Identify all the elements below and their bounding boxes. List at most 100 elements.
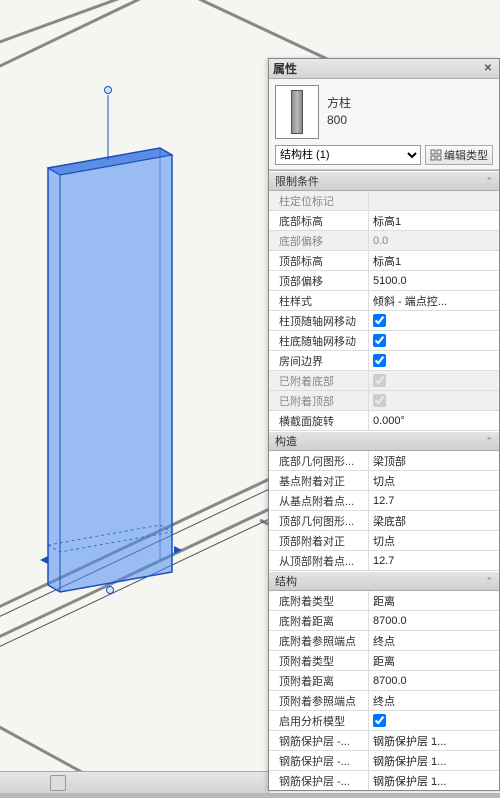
close-icon[interactable]: ✕: [481, 62, 495, 76]
view-tool-icon[interactable]: [50, 775, 66, 791]
instance-select[interactable]: 结构柱 (1): [275, 145, 421, 165]
property-row: 柱底随轴网移动: [269, 331, 499, 351]
property-value[interactable]: 12.7: [369, 551, 499, 570]
property-label: 柱定位标记: [269, 191, 369, 210]
edit-type-label: 编辑类型: [444, 147, 488, 163]
property-row: 底附着距离8700.0: [269, 611, 499, 631]
property-label: 钢筋保护层 -...: [269, 731, 369, 750]
property-value[interactable]: 标高1: [369, 251, 499, 270]
property-value[interactable]: 终点: [369, 631, 499, 650]
group-header[interactable]: 构造⌃: [269, 431, 499, 451]
property-row: 横截面旋转0.000°: [269, 411, 499, 431]
property-value[interactable]: [369, 711, 499, 730]
property-row: 顶附着类型距离: [269, 651, 499, 671]
property-row: 底附着参照端点终点: [269, 631, 499, 651]
property-label: 横截面旋转: [269, 411, 369, 430]
checkbox[interactable]: [373, 314, 386, 327]
property-row: 底部几何图形...梁顶部: [269, 451, 499, 471]
property-row: 顶部几何图形...梁底部: [269, 511, 499, 531]
property-value[interactable]: 8700.0: [369, 671, 499, 690]
view-toolbar: [0, 771, 270, 793]
property-row: 基点附着对正切点: [269, 471, 499, 491]
property-value[interactable]: 梁底部: [369, 511, 499, 530]
checkbox: [373, 394, 386, 407]
checkbox[interactable]: [373, 354, 386, 367]
property-value[interactable]: 倾斜 - 端点控...: [369, 291, 499, 310]
property-value[interactable]: 钢筋保护层 1...: [369, 771, 499, 790]
property-label: 钢筋保护层 -...: [269, 771, 369, 790]
chevron-icon: ⌃: [485, 576, 493, 587]
property-value[interactable]: 0.000°: [369, 411, 499, 430]
property-row: 底部偏移0.0: [269, 231, 499, 251]
property-row: 启用分析模型: [269, 711, 499, 731]
property-label: 顶附着距离: [269, 671, 369, 690]
type-info: 方柱 800: [327, 95, 351, 129]
property-value[interactable]: 距离: [369, 651, 499, 670]
property-value: [369, 371, 499, 390]
checkbox[interactable]: [373, 714, 386, 727]
group-header[interactable]: 结构⌃: [269, 571, 499, 591]
property-value[interactable]: 切点: [369, 531, 499, 550]
property-row: 柱样式倾斜 - 端点控...: [269, 291, 499, 311]
group-title: 结构: [275, 573, 485, 589]
chevron-icon: ⌃: [485, 176, 493, 187]
property-value[interactable]: [369, 351, 499, 370]
property-row: 钢筋保护层 -...钢筋保护层 1...: [269, 771, 499, 790]
property-row: 顶部附着对正切点: [269, 531, 499, 551]
property-row: 钢筋保护层 -...钢筋保护层 1...: [269, 751, 499, 771]
property-value: 0.0: [369, 231, 499, 250]
family-name: 方柱: [327, 95, 351, 112]
property-value[interactable]: 钢筋保护层 1...: [369, 731, 499, 750]
property-label: 柱样式: [269, 291, 369, 310]
property-row: 底附着类型距离: [269, 591, 499, 611]
property-label: 顶部几何图形...: [269, 511, 369, 530]
property-group: 结构⌃底附着类型距离底附着距离8700.0底附着参照端点终点顶附着类型距离顶附着…: [269, 571, 499, 790]
property-value[interactable]: 切点: [369, 471, 499, 490]
property-value[interactable]: [369, 311, 499, 330]
type-thumbnail[interactable]: [275, 85, 319, 139]
panel-titlebar: 属性 ✕: [269, 59, 499, 79]
property-row: 顶附着距离8700.0: [269, 671, 499, 691]
property-label: 已附着底部: [269, 371, 369, 390]
group-header[interactable]: 限制条件⌃: [269, 171, 499, 191]
property-row: 钢筋保护层 -...钢筋保护层 1...: [269, 731, 499, 751]
property-row: 底部标高标高1: [269, 211, 499, 231]
edit-type-button[interactable]: 编辑类型: [425, 145, 493, 165]
property-value[interactable]: [369, 331, 499, 350]
property-grid[interactable]: 限制条件⌃柱定位标记底部标高标高1底部偏移0.0顶部标高标高1顶部偏移5100.…: [269, 170, 499, 790]
checkbox: [373, 374, 386, 387]
property-row: 柱顶随轴网移动: [269, 311, 499, 331]
type-selector-area: 方柱 800 结构柱 (1) 编辑类型: [269, 79, 499, 170]
chevron-icon: ⌃: [485, 436, 493, 447]
property-label: 已附着顶部: [269, 391, 369, 410]
property-label: 底部偏移: [269, 231, 369, 250]
property-label: 柱底随轴网移动: [269, 331, 369, 350]
properties-panel: 属性 ✕ 方柱 800 结构柱 (1) 编辑类型 限制条件⌃柱定位标记底部标高标…: [268, 58, 500, 791]
property-row: 已附着底部: [269, 371, 499, 391]
property-value[interactable]: 梁顶部: [369, 451, 499, 470]
property-label: 顶部附着对正: [269, 531, 369, 550]
property-value[interactable]: 5100.0: [369, 271, 499, 290]
property-label: 从基点附着点...: [269, 491, 369, 510]
property-label: 底附着距离: [269, 611, 369, 630]
property-value[interactable]: 标高1: [369, 211, 499, 230]
property-value[interactable]: 12.7: [369, 491, 499, 510]
property-label: 底附着参照端点: [269, 631, 369, 650]
property-row: 房间边界: [269, 351, 499, 371]
checkbox[interactable]: [373, 334, 386, 347]
property-row: 顶部标高标高1: [269, 251, 499, 271]
property-value[interactable]: 钢筋保护层 1...: [369, 751, 499, 770]
property-row: 从基点附着点...12.7: [269, 491, 499, 511]
property-value[interactable]: 8700.0: [369, 611, 499, 630]
property-label: 房间边界: [269, 351, 369, 370]
property-value[interactable]: 距离: [369, 591, 499, 610]
property-label: 顶附着参照端点: [269, 691, 369, 710]
property-group: 限制条件⌃柱定位标记底部标高标高1底部偏移0.0顶部标高标高1顶部偏移5100.…: [269, 171, 499, 431]
property-label: 底部标高: [269, 211, 369, 230]
property-label: 启用分析模型: [269, 711, 369, 730]
property-label: 柱顶随轴网移动: [269, 311, 369, 330]
property-label: 钢筋保护层 -...: [269, 751, 369, 770]
property-value[interactable]: 终点: [369, 691, 499, 710]
type-name: 800: [327, 112, 351, 129]
property-label: 顶部偏移: [269, 271, 369, 290]
